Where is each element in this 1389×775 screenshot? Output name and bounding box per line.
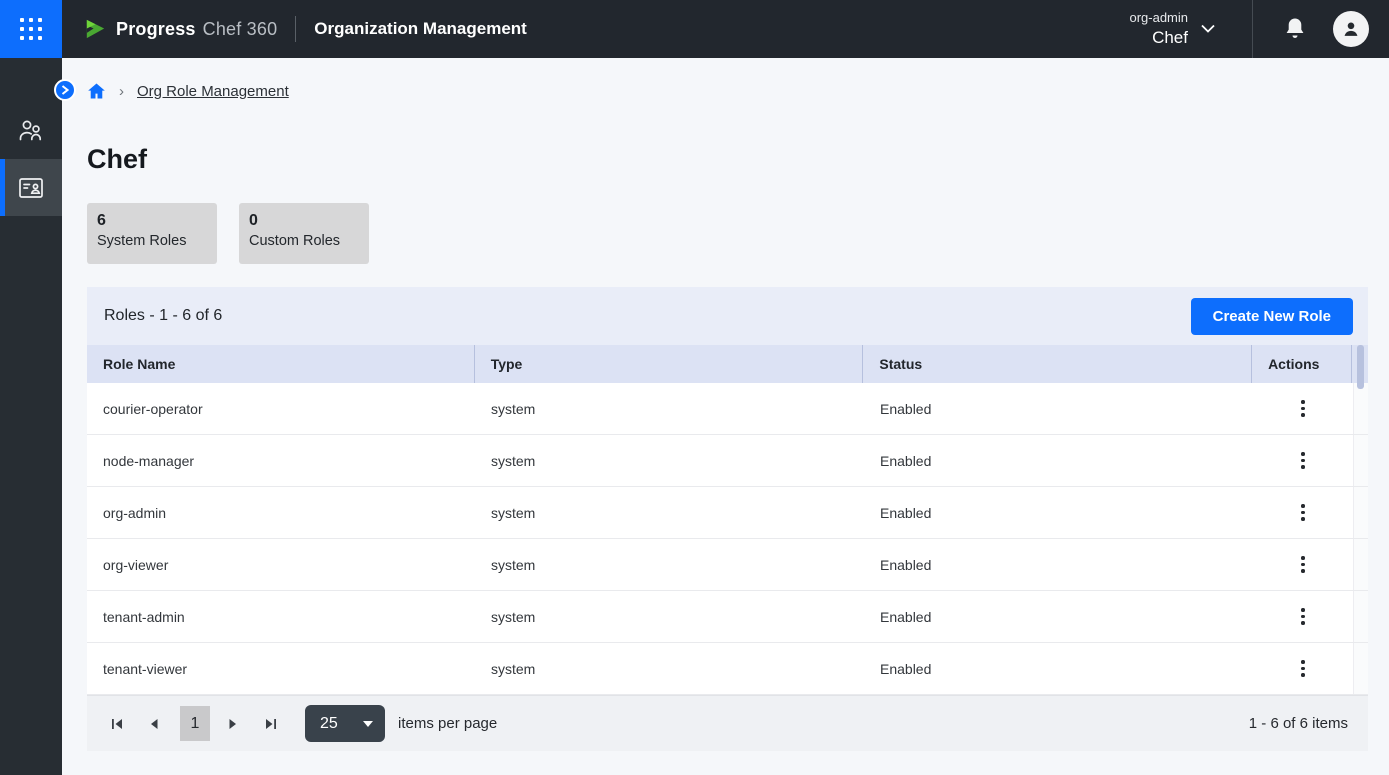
scrollbar-track[interactable] — [1353, 643, 1368, 694]
sidebar-item-org-roles[interactable] — [0, 159, 62, 216]
page-title: Chef — [87, 144, 147, 175]
row-actions-menu[interactable] — [1295, 550, 1311, 579]
role-name-cell: org-admin — [87, 487, 475, 538]
last-page-button[interactable] — [256, 710, 284, 738]
stat-value: 0 — [249, 212, 359, 230]
pagination-range-label: 1 - 6 of 6 items — [1249, 715, 1348, 732]
chevron-right-icon — [61, 85, 69, 95]
account-menu[interactable]: org-admin Chef — [1129, 10, 1216, 48]
topbar-divider — [295, 16, 296, 42]
grid-icon — [20, 18, 42, 40]
scrollbar-track[interactable] — [1353, 383, 1368, 434]
previous-page-button[interactable] — [140, 710, 168, 738]
status-cell: Enabled — [864, 435, 1253, 486]
brand-primary: Progress — [116, 19, 196, 40]
stat-label: Custom Roles — [249, 233, 359, 249]
stat-value: 6 — [97, 212, 207, 230]
users-icon — [17, 118, 45, 143]
next-page-button[interactable] — [219, 710, 247, 738]
status-cell: Enabled — [864, 487, 1253, 538]
column-header-role-name: Role Name — [87, 345, 475, 383]
chevron-down-icon — [1200, 24, 1216, 34]
row-actions-menu[interactable] — [1295, 654, 1311, 683]
column-header-status: Status — [863, 345, 1252, 383]
progress-logo-icon — [82, 16, 109, 43]
first-page-icon — [111, 718, 124, 730]
scrollbar-track[interactable] — [1353, 435, 1368, 486]
sidebar — [0, 58, 62, 775]
app-launcher-button[interactable] — [0, 0, 62, 58]
scrollbar-track[interactable] — [1353, 487, 1368, 538]
stat-label: System Roles — [97, 233, 207, 249]
breadcrumb: › Org Role Management — [87, 82, 289, 100]
table-row: tenant-admin system Enabled — [87, 591, 1368, 643]
scrollbar-track[interactable] — [1353, 591, 1368, 642]
page-size-value: 25 — [320, 715, 363, 733]
role-name-cell: courier-operator — [87, 383, 475, 434]
type-cell: system — [475, 383, 864, 434]
bell-icon — [1283, 16, 1307, 42]
brand-secondary: Chef 360 — [203, 19, 278, 40]
page-size-dropdown[interactable]: 25 — [305, 705, 385, 742]
breadcrumb-link-org-role-management[interactable]: Org Role Management — [137, 83, 289, 100]
role-name-cell: node-manager — [87, 435, 475, 486]
type-cell: system — [475, 643, 864, 694]
notifications-button[interactable] — [1283, 16, 1307, 42]
topbar: Progress Chef 360 Organization Managemen… — [0, 0, 1389, 58]
stat-card-system-roles: 6 System Roles — [87, 203, 217, 264]
chevron-right-icon — [228, 718, 238, 730]
create-new-role-button[interactable]: Create New Role — [1191, 298, 1353, 335]
breadcrumb-separator: › — [119, 83, 124, 100]
type-cell: system — [475, 591, 864, 642]
table-header-bar: Roles - 1 - 6 of 6 Create New Role — [87, 287, 1368, 345]
sidebar-expand-toggle[interactable] — [54, 79, 76, 101]
table-row: org-admin system Enabled — [87, 487, 1368, 539]
status-cell: Enabled — [864, 643, 1253, 694]
stat-cards: 6 System Roles 0 Custom Roles — [87, 203, 369, 264]
stat-card-custom-roles: 0 Custom Roles — [239, 203, 369, 264]
row-actions-menu[interactable] — [1295, 394, 1311, 423]
table-row: org-viewer system Enabled — [87, 539, 1368, 591]
app-title: Organization Management — [314, 19, 527, 39]
status-cell: Enabled — [864, 383, 1253, 434]
type-cell: system — [475, 539, 864, 590]
table-title: Roles - 1 - 6 of 6 — [104, 307, 222, 325]
topbar-divider — [1252, 0, 1253, 58]
row-actions-menu[interactable] — [1295, 498, 1311, 527]
row-actions-menu[interactable] — [1295, 446, 1311, 475]
current-page-button[interactable]: 1 — [180, 706, 210, 741]
role-name-cell: tenant-admin — [87, 591, 475, 642]
table-row: tenant-viewer system Enabled — [87, 643, 1368, 695]
column-header-actions: Actions — [1252, 345, 1352, 383]
brand-logo: Progress Chef 360 — [82, 16, 277, 43]
table-row: node-manager system Enabled — [87, 435, 1368, 487]
id-card-icon — [17, 176, 45, 200]
account-org: Chef — [1129, 27, 1188, 48]
first-page-button[interactable] — [103, 710, 131, 738]
items-per-page-label: items per page — [398, 715, 497, 732]
person-icon — [1340, 18, 1362, 40]
caret-down-icon — [363, 721, 373, 727]
status-cell: Enabled — [864, 591, 1253, 642]
user-avatar-button[interactable] — [1333, 11, 1369, 47]
type-cell: system — [475, 435, 864, 486]
table-column-header: Role Name Type Status Actions — [87, 345, 1368, 383]
role-name-cell: tenant-viewer — [87, 643, 475, 694]
scrollbar-track[interactable] — [1353, 539, 1368, 590]
row-actions-menu[interactable] — [1295, 602, 1311, 631]
main-content: › Org Role Management Chef 6 System Role… — [62, 58, 1389, 775]
roles-table: Roles - 1 - 6 of 6 Create New Role Role … — [87, 287, 1368, 751]
status-cell: Enabled — [864, 539, 1253, 590]
home-icon[interactable] — [87, 82, 106, 100]
chevron-left-icon — [149, 718, 159, 730]
column-header-type: Type — [475, 345, 864, 383]
sidebar-item-users[interactable] — [0, 102, 62, 159]
table-footer: 1 25 items per page 1 - 6 of 6 items — [87, 695, 1368, 751]
type-cell: system — [475, 487, 864, 538]
scrollbar-thumb[interactable] — [1357, 345, 1364, 389]
last-page-icon — [264, 718, 277, 730]
table-row: courier-operator system Enabled — [87, 383, 1368, 435]
account-role: org-admin — [1129, 10, 1188, 26]
role-name-cell: org-viewer — [87, 539, 475, 590]
